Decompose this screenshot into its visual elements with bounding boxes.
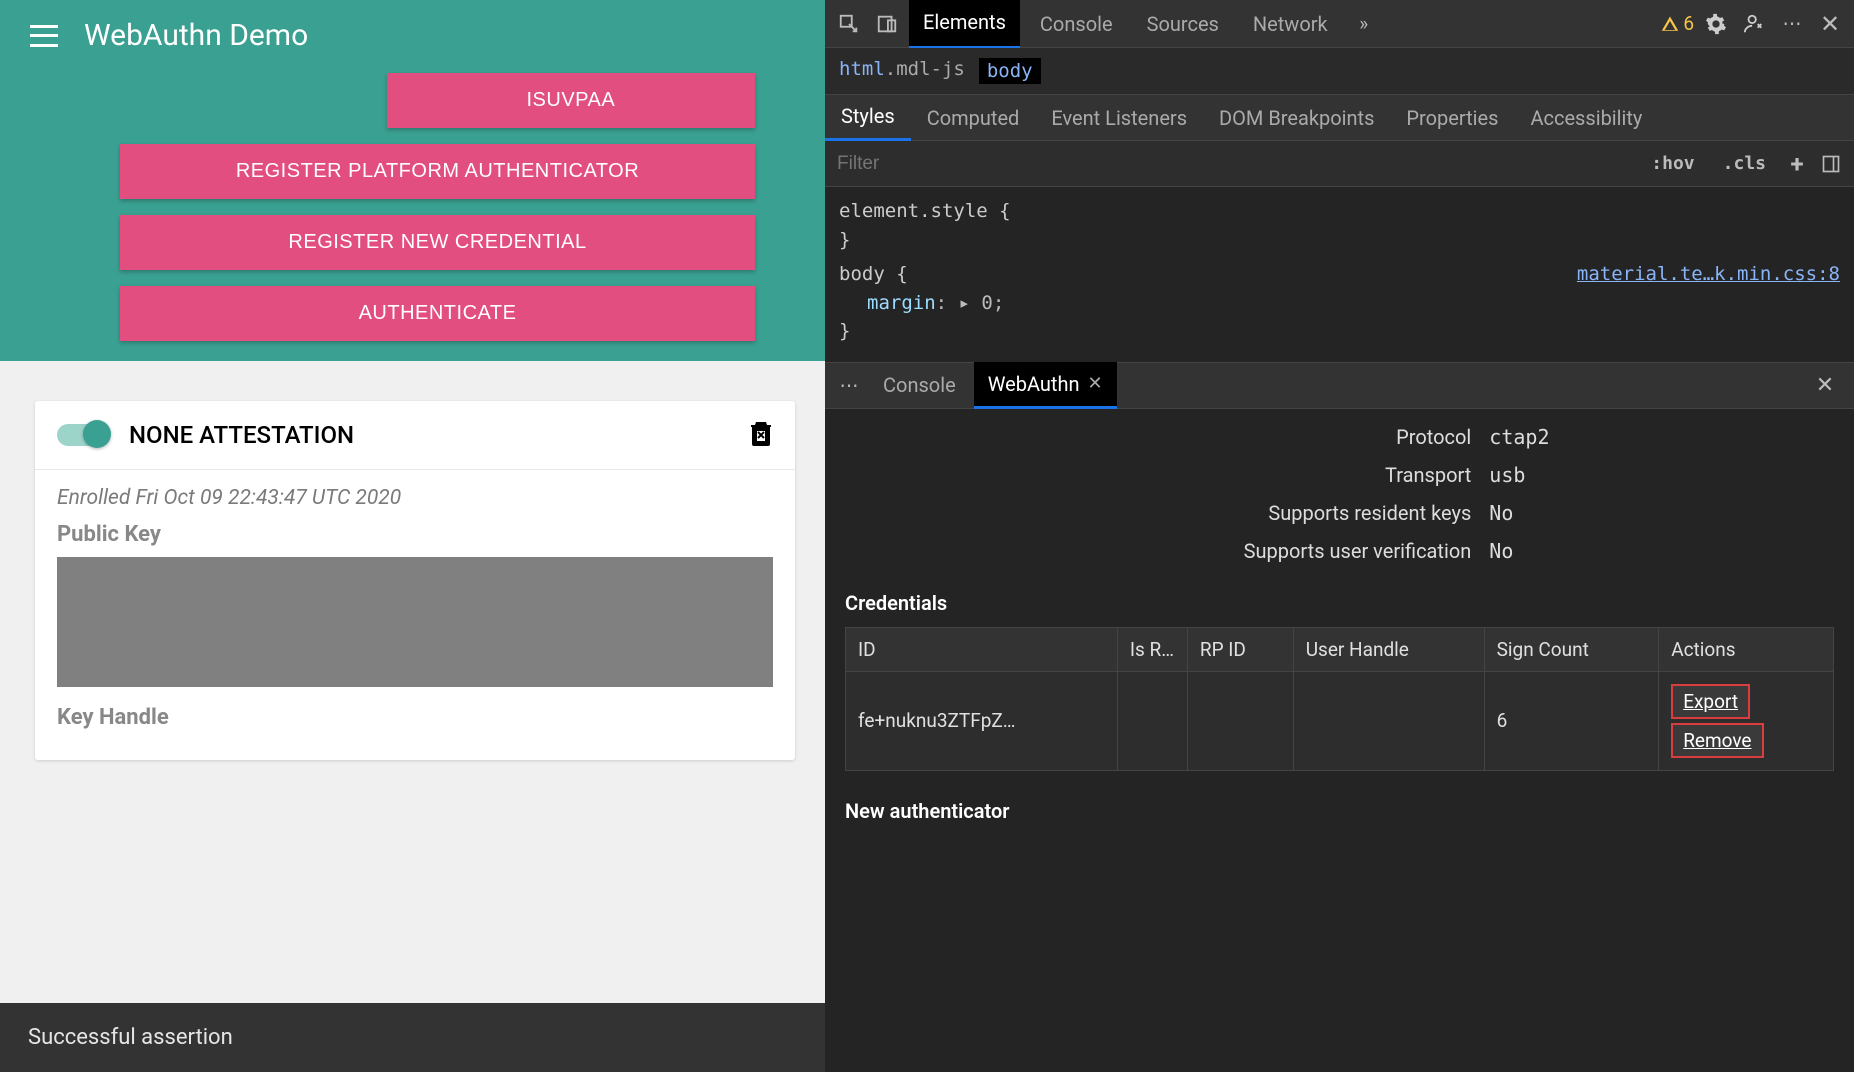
authenticator-properties: Protocol ctap2 Transport usb Supports re… xyxy=(1130,425,1550,563)
th-id: ID xyxy=(846,627,1118,671)
cred-user-handle xyxy=(1293,671,1484,770)
drawer-tabbar: ⋯ Console WebAuthn ✕ ✕ xyxy=(825,363,1854,409)
tab-event-listeners[interactable]: Event Listeners xyxy=(1035,96,1203,140)
public-key-label: Public Key xyxy=(57,522,773,547)
resident-keys-label: Supports resident keys xyxy=(1130,501,1472,525)
breadcrumb-body[interactable]: body xyxy=(979,58,1041,84)
warnings-badge[interactable]: 6 xyxy=(1661,12,1694,35)
trash-icon[interactable] xyxy=(749,419,773,451)
close-drawer-icon[interactable]: ✕ xyxy=(1814,369,1846,401)
close-webauthn-tab-icon[interactable]: ✕ xyxy=(1088,373,1103,394)
remove-credential-button[interactable]: Remove xyxy=(1671,723,1763,758)
more-tabs-icon[interactable]: » xyxy=(1348,8,1380,40)
tab-console[interactable]: Console xyxy=(1026,0,1127,48)
th-rp-id: RP ID xyxy=(1187,627,1293,671)
styles-tabbar: Styles Computed Event Listeners DOM Brea… xyxy=(825,95,1854,141)
credentials-row: fe+nuknu3ZTFpZ… 6 Export Remove xyxy=(846,671,1834,770)
th-actions: Actions xyxy=(1659,627,1834,671)
credentials-heading: Credentials xyxy=(845,591,1834,615)
credentials-table: ID Is R… RP ID User Handle Sign Count Ac… xyxy=(845,627,1834,771)
protocol-value: ctap2 xyxy=(1489,425,1549,449)
resident-keys-value: No xyxy=(1489,501,1549,525)
tab-dom-breakpoints[interactable]: DOM Breakpoints xyxy=(1203,96,1390,140)
inspect-element-icon[interactable] xyxy=(833,8,865,40)
hamburger-menu-icon[interactable] xyxy=(30,25,58,47)
toast-message: Successful assertion xyxy=(0,1003,825,1072)
attestation-toggle[interactable] xyxy=(57,424,109,446)
key-handle-label: Key Handle xyxy=(57,705,773,730)
cred-id: fe+nuknu3ZTFpZ… xyxy=(846,671,1118,770)
styles-filter-input[interactable] xyxy=(837,153,1631,175)
authenticate-button[interactable]: AUTHENTICATE xyxy=(120,286,755,341)
drawer-tab-webauthn[interactable]: WebAuthn ✕ xyxy=(974,362,1117,409)
tab-computed[interactable]: Computed xyxy=(911,96,1036,140)
gear-icon[interactable] xyxy=(1700,8,1732,40)
tab-elements[interactable]: Elements xyxy=(909,0,1020,49)
feedback-icon[interactable] xyxy=(1738,8,1770,40)
cred-is-r xyxy=(1117,671,1187,770)
devtools-drawer: ⋯ Console WebAuthn ✕ ✕ Protocol ctap2 Tr… xyxy=(825,362,1854,1072)
public-key-value-box xyxy=(57,557,773,687)
warnings-count: 6 xyxy=(1683,12,1694,35)
devtools-pane: Elements Console Sources Network » 6 ⋯ ✕… xyxy=(825,0,1854,1072)
devtools-main-tabbar: Elements Console Sources Network » 6 ⋯ ✕ xyxy=(825,0,1854,48)
webauthn-panel: Protocol ctap2 Transport usb Supports re… xyxy=(825,409,1854,1072)
drawer-tab-console[interactable]: Console xyxy=(869,363,970,407)
drawer-kebab-icon[interactable]: ⋯ xyxy=(833,369,865,401)
isuvpaa-button[interactable]: ISUVPAA xyxy=(387,73,755,128)
webauthn-demo-app: WebAuthn Demo ISUVPAA REGISTER PLATFORM … xyxy=(0,0,825,1072)
transport-value: usb xyxy=(1489,463,1549,487)
tab-sources[interactable]: Sources xyxy=(1133,0,1233,48)
transport-label: Transport xyxy=(1130,463,1472,487)
th-is-r: Is R… xyxy=(1117,627,1187,671)
tab-styles[interactable]: Styles xyxy=(825,94,911,141)
user-verification-value: No xyxy=(1489,539,1549,563)
css-source-link[interactable]: material.te…k.min.css:8 xyxy=(1577,260,1840,289)
hov-toggle[interactable]: :hov xyxy=(1643,149,1702,178)
dom-breadcrumb: html.mdl-js body xyxy=(825,48,1854,95)
attestation-card: NONE ATTESTATION Enrolled Fri Oct 09 22:… xyxy=(35,401,795,760)
kebab-menu-icon[interactable]: ⋯ xyxy=(1776,8,1808,40)
export-credential-button[interactable]: Export xyxy=(1671,684,1750,719)
toggle-sidebar-icon[interactable] xyxy=(1820,153,1842,175)
css-rules-pane: element.style { } material.te…k.min.css:… xyxy=(825,187,1854,362)
enrolled-timestamp: Enrolled Fri Oct 09 22:43:47 UTC 2020 xyxy=(57,486,773,510)
css-rule-element-style[interactable]: element.style { } xyxy=(839,197,1840,254)
attestation-title: NONE ATTESTATION xyxy=(129,421,749,449)
new-authenticator-heading: New authenticator xyxy=(845,799,1834,823)
protocol-label: Protocol xyxy=(1130,425,1472,449)
styles-filter-row: :hov .cls + xyxy=(825,141,1854,187)
register-new-credential-button[interactable]: REGISTER NEW CREDENTIAL xyxy=(120,215,755,270)
th-user-handle: User Handle xyxy=(1293,627,1484,671)
breadcrumb-html[interactable]: html.mdl-js xyxy=(839,58,965,84)
app-header: WebAuthn Demo ISUVPAA REGISTER PLATFORM … xyxy=(0,0,825,361)
register-platform-authenticator-button[interactable]: REGISTER PLATFORM AUTHENTICATOR xyxy=(120,144,755,199)
css-rule-body[interactable]: material.te…k.min.css:8 body { margin: ▸… xyxy=(839,260,1840,346)
tab-properties[interactable]: Properties xyxy=(1390,96,1514,140)
th-sign-count: Sign Count xyxy=(1484,627,1659,671)
cls-toggle[interactable]: .cls xyxy=(1715,149,1774,178)
close-devtools-icon[interactable]: ✕ xyxy=(1814,8,1846,40)
new-style-rule-icon[interactable]: + xyxy=(1786,153,1808,175)
tab-accessibility[interactable]: Accessibility xyxy=(1514,96,1658,140)
cred-rp-id xyxy=(1187,671,1293,770)
tab-network[interactable]: Network xyxy=(1239,0,1342,48)
app-title: WebAuthn Demo xyxy=(84,18,308,53)
user-verification-label: Supports user verification xyxy=(1130,539,1472,563)
cred-sign-count: 6 xyxy=(1484,671,1659,770)
device-toolbar-icon[interactable] xyxy=(871,8,903,40)
